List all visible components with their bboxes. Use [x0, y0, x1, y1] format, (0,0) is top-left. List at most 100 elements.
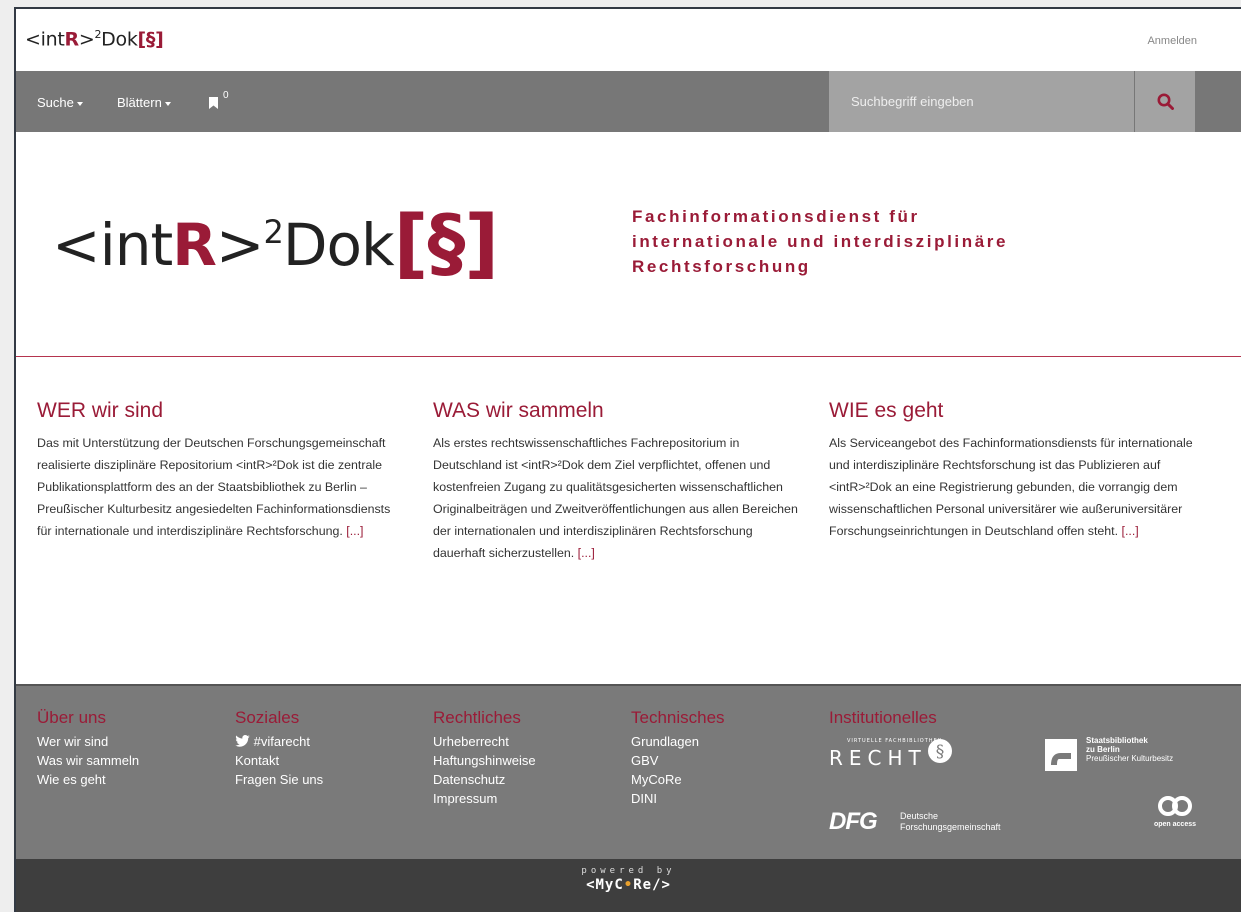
- footer-heading: Über uns: [37, 708, 106, 727]
- open-access-logo[interactable]: open access: [1144, 794, 1204, 836]
- read-more-link[interactable]: [...]: [578, 546, 595, 560]
- main-navbar: Suche Blättern 0: [16, 71, 1241, 132]
- logo-text-pre: <int: [25, 28, 65, 51]
- dfg-logo[interactable]: DFG Deutsche Forschungsgemeinschaft: [829, 808, 1029, 836]
- sbb-line: zu Berlin: [1086, 745, 1120, 754]
- intro-column-how: WIE es geht Als Serviceangebot des Fachi…: [829, 399, 1201, 542]
- search-input[interactable]: [829, 71, 1134, 132]
- browse-menu-label: Blättern: [117, 95, 162, 110]
- hero-logo: <intR>2Dok[§]: [52, 198, 499, 287]
- dfg-line: Deutsche: [900, 811, 939, 821]
- column-body: Als erstes rechtswissenschaftliches Fach…: [433, 436, 798, 560]
- footer-link[interactable]: Wer wir sind: [37, 732, 139, 751]
- dfg-line: Forschungsgemeinschaft: [900, 822, 1001, 832]
- dfg-logo-subtitle: Deutsche Forschungsgemeinschaft: [900, 811, 1001, 833]
- open-access-label: open access: [1153, 821, 1197, 828]
- dfg-logo-text: DFG: [829, 808, 878, 835]
- footer-heading: Soziales: [235, 708, 300, 727]
- footer-link[interactable]: Grundlagen: [631, 732, 725, 751]
- footer-link[interactable]: Datenschutz: [433, 770, 536, 789]
- hero-logo-sup: 2: [263, 213, 284, 251]
- login-link[interactable]: Anmelden: [1147, 35, 1197, 47]
- bookmark-count: 0: [223, 90, 229, 101]
- sbb-line: Preußischer Kulturbesitz: [1086, 754, 1174, 763]
- intro-column-what: WAS wir sammeln Als erstes rechtswissens…: [433, 399, 798, 564]
- chevron-down-icon: [76, 101, 83, 106]
- powered-by-bar: powered by <MyC•Re/>: [16, 859, 1241, 912]
- search-button[interactable]: [1135, 71, 1195, 132]
- footer-link[interactable]: Kontakt: [235, 751, 323, 770]
- column-title: WAS wir sammeln: [433, 399, 604, 422]
- column-text: Als Serviceangebot des Fachinformationsd…: [829, 432, 1201, 542]
- footer-heading: Institutionelles: [829, 708, 937, 727]
- open-access-icon: [1158, 796, 1192, 816]
- recht-logo[interactable]: VIRTUELLE FACHBIBLIOTHEK RECHT §: [829, 738, 954, 776]
- search-menu-label: Suche: [37, 95, 74, 110]
- footer-link[interactable]: GBV: [631, 751, 725, 770]
- sbb-logo-text: Staatsbibliothek zu Berlin Preußischer K…: [1086, 736, 1173, 763]
- bookmark-icon[interactable]: [209, 97, 218, 109]
- footer-tech: Technisches Grundlagen GBV MyCoRe DINI: [631, 708, 725, 808]
- powered-by-label: powered by: [581, 866, 676, 876]
- footer-link[interactable]: DINI: [631, 789, 725, 808]
- column-body: Das mit Unterstützung der Deutschen Fors…: [37, 436, 391, 538]
- mycore-text-post: Re/>: [633, 877, 671, 893]
- column-text: Das mit Unterstützung der Deutschen Fors…: [37, 432, 407, 542]
- logo-text-section: [§]: [137, 28, 164, 51]
- footer-link[interactable]: Was wir sammeln: [37, 751, 139, 770]
- site-logo[interactable]: <intR>2Dok[§]: [25, 28, 164, 50]
- intro-columns: WER wir sind Das mit Unterstützung der D…: [16, 357, 1241, 684]
- logo-text-gt: >: [78, 28, 95, 51]
- hero-logo-section: [§]: [393, 198, 499, 287]
- twitter-icon: [235, 735, 250, 747]
- mycore-logo[interactable]: <MyC•Re/>: [586, 877, 671, 893]
- footer-heading: Technisches: [631, 708, 725, 727]
- footer-about: Über uns Wer wir sind Was wir sammeln Wi…: [37, 708, 139, 789]
- mycore-dot-icon: •: [623, 877, 634, 893]
- hero-logo-pre: <int: [52, 211, 173, 279]
- twitter-handle: #vifarecht: [253, 734, 310, 749]
- tagline-line: internationale und interdisziplinäre: [632, 232, 1009, 251]
- mycore-text-pre: <MyC: [586, 877, 624, 893]
- search-icon: [1157, 93, 1174, 110]
- column-title: WER wir sind: [37, 399, 164, 422]
- read-more-link[interactable]: [...]: [346, 524, 363, 538]
- footer-institutional: Institutionelles: [829, 708, 937, 732]
- chevron-down-icon: [164, 101, 171, 106]
- hero-banner: <intR>2Dok[§] Fachinformationsdienst für…: [16, 132, 1241, 357]
- hero-logo-r: R: [172, 211, 217, 279]
- footer-social: Soziales #vifarecht Kontakt Fragen Sie u…: [235, 708, 323, 789]
- twitter-link[interactable]: #vifarecht: [235, 732, 323, 751]
- footer-link[interactable]: Wie es geht: [37, 770, 139, 789]
- footer-heading: Rechtliches: [433, 708, 521, 727]
- logo-text-dok: Dok: [101, 28, 138, 51]
- sbb-line: Staatsbibliothek: [1086, 736, 1148, 745]
- footer-legal: Rechtliches Urheberrecht Haftungshinweis…: [433, 708, 536, 808]
- top-bar: <intR>2Dok[§] Anmelden: [16, 9, 1241, 71]
- hero-tagline: Fachinformationsdienst für international…: [632, 204, 1008, 279]
- column-title: WIE es geht: [829, 399, 944, 422]
- column-text: Als erstes rechtswissenschaftliches Fach…: [433, 432, 798, 564]
- footer-link[interactable]: Fragen Sie uns: [235, 770, 323, 789]
- sbb-logo-icon: [1045, 739, 1077, 771]
- tagline-line: Rechtsforschung: [632, 257, 811, 276]
- footer-link[interactable]: Haftungshinweise: [433, 751, 536, 770]
- read-more-link[interactable]: [...]: [1122, 524, 1139, 538]
- intro-column-who: WER wir sind Das mit Unterstützung der D…: [37, 399, 407, 542]
- footer-link[interactable]: MyCoRe: [631, 770, 725, 789]
- browser-page: <intR>2Dok[§] Anmelden Suche Blättern 0 …: [14, 7, 1241, 912]
- footer-link[interactable]: Urheberrecht: [433, 732, 536, 751]
- footer: Über uns Wer wir sind Was wir sammeln Wi…: [16, 684, 1241, 859]
- browse-menu[interactable]: Blättern: [117, 95, 171, 110]
- hero-logo-gt: >: [215, 211, 265, 279]
- paragraph-icon: §: [928, 739, 952, 763]
- logo-text-r: R: [64, 28, 80, 51]
- search-menu[interactable]: Suche: [37, 95, 83, 110]
- footer-link[interactable]: Impressum: [433, 789, 536, 808]
- svg-text:§: §: [936, 742, 945, 762]
- column-body: Als Serviceangebot des Fachinformationsd…: [829, 436, 1193, 538]
- tagline-line: Fachinformationsdienst für: [632, 207, 920, 226]
- sbb-logo[interactable]: Staatsbibliothek zu Berlin Preußischer K…: [1045, 736, 1205, 776]
- recht-logo-text: RECHT: [829, 746, 927, 770]
- hero-logo-dok: Dok: [282, 211, 395, 279]
